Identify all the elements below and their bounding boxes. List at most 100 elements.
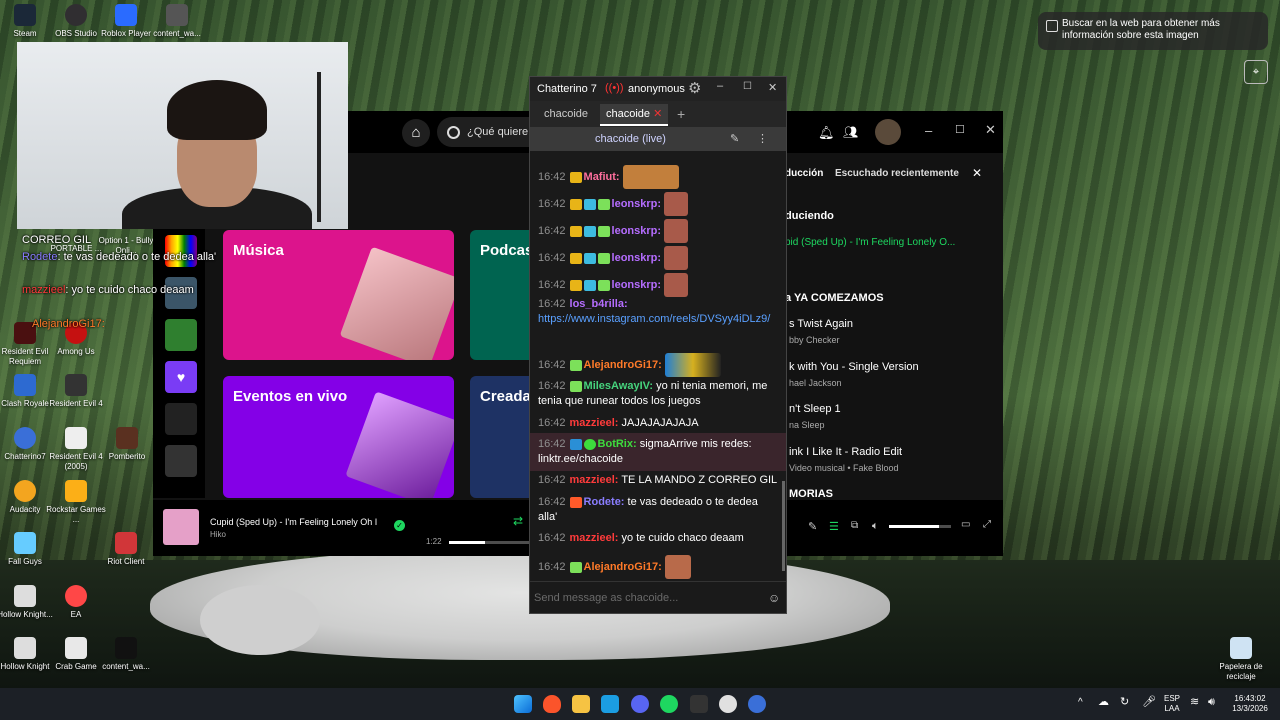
close-button[interactable]: ✕ [768,81,777,94]
fullscreen-icon[interactable]: ⤢ [983,519,991,530]
home-icon[interactable]: ⌂ [402,119,430,147]
volume-icon[interactable]: 🔈︎ [872,520,879,533]
queue-item-title[interactable]: MORIAS [789,488,833,500]
language-indicator[interactable]: ESP LAA [1160,694,1184,714]
minimize-button[interactable]: – [717,80,723,92]
close-tab-icon[interactable]: ✕ [653,108,662,120]
avatar[interactable] [875,119,901,145]
close-button[interactable]: ✕ [985,122,996,138]
library-item[interactable] [165,445,197,477]
chat-message[interactable]: 16:42 mazzieel: yo te cuido chaco deaam [538,531,778,546]
volume-slider[interactable] [889,525,951,528]
card-music[interactable]: Música [223,230,454,360]
desktop-icon-ea[interactable]: EA [45,585,107,620]
queue-icon[interactable]: ☰ [829,520,839,533]
desktop-icon-resident-evil-4[interactable]: Resident Evil 4 [45,374,107,409]
chat-username[interactable]: mazzieel: [570,474,619,486]
chat-username[interactable]: AlejandroGi17: [584,359,662,371]
progress-bar[interactable] [449,541,529,544]
visual-search-button[interactable]: ⌖ [1244,60,1268,84]
tab-chacoide-active[interactable]: chacoide ✕ [600,104,669,126]
library-item[interactable] [165,319,197,351]
album-art[interactable] [163,509,199,545]
chevron-up-icon[interactable]: ^ [1078,698,1083,708]
saved-check-icon[interactable]: ✓ [394,520,405,531]
tab-chacoide[interactable]: chacoide [538,104,594,124]
moderation-icon[interactable]: ✎ [730,127,739,151]
visual-search-tooltip[interactable]: Buscar en la web para obtener más inform… [1038,12,1268,50]
wifi-icon[interactable]: ≋ [1190,697,1199,708]
desktop-icon-content-wa[interactable]: content_wa... [146,4,208,39]
more-options-icon[interactable]: ⋮ [757,127,768,151]
desktop-icon-fall-guys[interactable]: Fall Guys [0,532,56,567]
obs-studio-icon[interactable] [690,695,708,713]
chat-link[interactable]: https://www.instagram.com/reels/DVSyy4iD… [538,313,770,325]
file-explorer-icon[interactable] [572,695,590,713]
friends-icon[interactable]: 👥︎ [843,125,858,139]
queue-item-title[interactable]: n't Sleep 1 [789,403,841,415]
library-item[interactable] [165,403,197,435]
chat-username[interactable]: BotRix: [598,438,637,450]
gear-icon[interactable]: ⚙ [688,79,701,97]
liked-songs-icon[interactable]: ♥ [165,361,197,393]
speaker-icon[interactable]: 🔊︎ [1208,697,1215,708]
bing-icon[interactable] [601,695,619,713]
chat-username[interactable]: Rodete: [584,496,625,508]
miniplayer-icon[interactable]: ▭ [961,519,970,530]
mic-icon[interactable]: 🎤︎ [1142,697,1156,708]
chat-username[interactable]: leonskrp: [612,279,662,291]
chat-message[interactable]: 16:42 mazzieel: TE LA MANDO Z CORREO GIL [538,473,778,488]
split-title[interactable]: chacoide (live) [595,127,666,151]
desktop-icon-content-wa-2[interactable]: content_wa... [95,637,157,672]
chat-username[interactable]: MilesAwayIV: [584,380,654,392]
queue-item-title[interactable]: s Twist Again [789,318,853,330]
tab-queue[interactable]: ducción [785,168,823,179]
connect-device-icon[interactable]: ⧉ [851,520,858,531]
add-tab-button[interactable]: + [671,104,691,124]
maximize-button[interactable]: ☐ [743,81,752,92]
chat-username[interactable]: mazzieel: [570,417,619,429]
chat-username[interactable]: Mafiut: [584,171,620,183]
queue-item-title[interactable]: k with You - Single Version [789,361,919,373]
bell-icon[interactable]: 🔔︎ [818,125,835,141]
shuffle-icon[interactable]: ⇄ [513,514,523,528]
queue-current-track[interactable]: pid (Sped Up) - I'm Feeling Lonely O... [785,237,955,248]
desktop-icon-rockstar[interactable]: Rockstar Games ... [45,480,107,525]
chat-message[interactable]: 16:42 leonskrp: [538,246,778,270]
chatterino-taskbar-icon[interactable] [748,695,766,713]
desktop-icon-riot-client[interactable]: Riot Client [95,532,157,567]
spotify-icon[interactable] [660,695,678,713]
desktop-icon-recycle-bin[interactable]: Papelera de reciclaje [1210,637,1272,682]
discord-icon[interactable] [631,695,649,713]
chat-message[interactable]: 16:42 MilesAwayIV: yo ni tenia memori, me… [538,379,778,409]
sync-icon[interactable]: ↻ [1120,697,1129,708]
chat-message[interactable]: 16:42 Rodete: te vas dedeado o te dedea a… [538,495,778,525]
chat-message-highlighted[interactable]: 16:42 BotRix: sigmaArrive mis redes: link… [530,433,786,471]
chat-message[interactable]: 16:42 leonskrp: [538,192,778,216]
account-name[interactable]: anonymous [628,83,685,95]
minimize-button[interactable]: – [925,123,932,138]
message-input[interactable]: Send message as chacoide... ☺ [530,581,786,613]
chat-username[interactable]: leonskrp: [612,225,662,237]
queue-item-title[interactable]: ink I Like It - Radio Edit [789,446,902,458]
chat-message[interactable]: 16:42 AlejandroGi17: [538,353,778,377]
maximize-button[interactable]: ☐ [955,123,965,136]
chat-username[interactable]: leonskrp: [612,252,662,264]
track-artist[interactable]: Hiko [210,530,226,539]
chat-username[interactable]: los_b4rilla: [570,298,628,310]
track-title[interactable]: Cupid (Sped Up) - I'm Feeling Lonely Oh … [210,517,377,527]
lyrics-icon[interactable]: ✎ [808,520,817,533]
card-events[interactable]: Eventos en vivo [223,376,454,498]
chat-message[interactable]: 16:42 AlejandroGi17: [538,555,778,579]
brave-icon[interactable] [543,695,561,713]
chat-username[interactable]: AlejandroGi17: [584,561,662,573]
chat-message[interactable]: 16:42 mazzieel: JAJAJAJAJAJA [538,416,778,431]
clock[interactable]: 16:43:02 13/3/2026 [1226,694,1274,714]
close-icon[interactable]: ✕ [972,166,982,180]
emoji-icon[interactable]: ☺ [768,582,780,614]
chat-username[interactable]: mazzieel: [570,532,619,544]
steam-icon[interactable] [719,695,737,713]
chat-message[interactable]: 16:42 Mafiut: [538,165,778,189]
chat-message[interactable]: 16:42 leonskrp: [538,273,778,297]
chat-message[interactable]: 16:42 leonskrp: [538,219,778,243]
